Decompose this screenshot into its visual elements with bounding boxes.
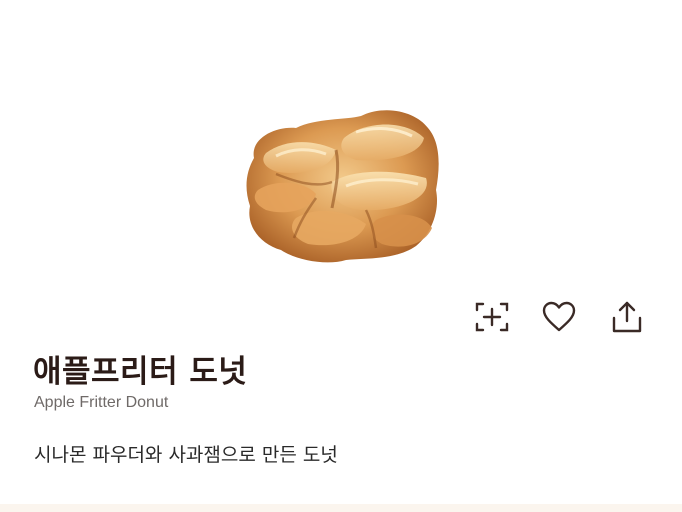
heart-icon <box>542 301 576 332</box>
add-to-search-button[interactable] <box>472 297 512 337</box>
product-description: 시나몬 파우더와 사과잼으로 만든 도넛 <box>34 444 338 466</box>
product-subtitle: Apple Fritter Donut <box>34 394 169 411</box>
share-button[interactable] <box>607 297 647 337</box>
bottom-divider <box>0 504 682 512</box>
add-to-search-icon <box>475 302 509 332</box>
share-icon <box>612 301 642 333</box>
favorite-button[interactable] <box>539 297 579 337</box>
product-detail-page: 애플프리터 도넛 Apple Fritter Donut 시나몬 파우더와 사과… <box>0 0 682 512</box>
product-title: 애플프리터 도넛 <box>33 354 248 390</box>
product-image <box>246 110 439 263</box>
